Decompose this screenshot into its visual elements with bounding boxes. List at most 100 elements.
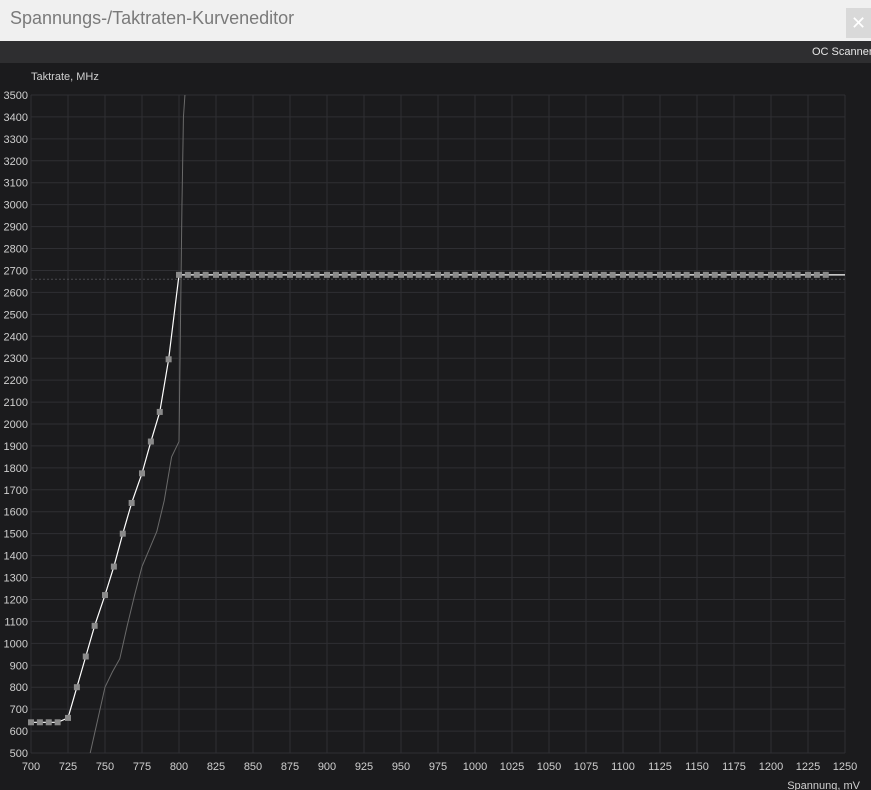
curve-point[interactable] [509,271,515,278]
window-title: Spannungs-/Taktraten-Kurveneditor [10,8,295,28]
curve-point[interactable] [139,470,145,477]
x-tick-label: 1050 [537,761,561,773]
curve-point[interactable] [324,271,330,278]
curve-point[interactable] [757,271,764,278]
curve-point[interactable] [620,271,626,278]
curve-point[interactable] [748,271,755,278]
curve-point[interactable] [517,271,524,278]
curve-point[interactable] [591,271,598,278]
curve-point[interactable] [657,271,663,278]
voltage-frequency-chart[interactable]: 500 600 700 800 900 1000 1100 1200 1300 1400 1500 1… [0,63,871,790]
curve-point[interactable] [609,271,616,278]
curve-point[interactable] [776,271,783,278]
curve-point[interactable] [239,271,246,278]
x-tick-label: 1150 [685,761,709,773]
curve-point[interactable] [119,530,126,537]
curve-point[interactable] [489,271,496,278]
curve-point[interactable] [452,271,459,278]
curve-point[interactable] [36,719,43,726]
curve-point[interactable] [213,271,219,278]
curve-point[interactable] [443,271,450,278]
curve-point[interactable] [711,271,718,278]
curve-point[interactable] [813,271,820,278]
curve-point[interactable] [304,271,311,278]
curve-point[interactable] [350,271,357,278]
curve-point[interactable] [572,271,579,278]
curve-point[interactable] [702,271,709,278]
curve-point[interactable] [628,271,635,278]
x-tick-label: 925 [355,761,373,773]
curve-point[interactable] [435,271,441,278]
curve-point[interactable] [332,271,339,278]
curve-point[interactable] [794,271,801,278]
curve-points[interactable] [28,271,829,726]
curve-point[interactable] [461,271,468,278]
curve-point[interactable] [398,271,404,278]
curve-point[interactable] [424,271,431,278]
curve-point[interactable] [387,271,394,278]
curve-point[interactable] [535,271,542,278]
curve-point[interactable] [768,271,774,278]
curve-point[interactable] [480,271,487,278]
curve-point[interactable] [785,271,792,278]
curve-point[interactable] [341,271,348,278]
curve-point[interactable] [674,271,681,278]
curve-point[interactable] [526,271,533,278]
curve-point[interactable] [54,719,61,726]
curve-point[interactable] [250,271,256,278]
curve-point[interactable] [193,271,200,278]
close-button[interactable]: ✕ [846,8,871,38]
curve-point[interactable] [720,271,727,278]
curve-point[interactable] [128,499,135,506]
x-tick-label: 775 [133,761,151,773]
curve-point[interactable] [472,271,478,278]
curve-point[interactable] [110,563,117,570]
curve-point[interactable] [102,592,108,599]
curve-point[interactable] [221,271,228,278]
curve-point[interactable] [313,271,320,278]
curve-point[interactable] [202,271,209,278]
curve-point[interactable] [739,271,746,278]
curve-point[interactable] [267,271,274,278]
curve-point[interactable] [45,719,52,726]
curve-point[interactable] [731,271,737,278]
curve-point[interactable] [369,271,376,278]
curve-point[interactable] [295,271,302,278]
curve-point[interactable] [683,271,690,278]
curve-point[interactable] [805,271,811,278]
curve-point[interactable] [165,356,172,363]
curve-point[interactable] [563,271,570,278]
curve-point[interactable] [822,271,829,278]
x-tick-label: 850 [244,761,262,773]
curve-point[interactable] [554,271,561,278]
curve-point[interactable] [600,271,607,278]
curve-point[interactable] [665,271,672,278]
curve-point[interactable] [276,271,283,278]
curve-point[interactable] [73,684,80,691]
curve-point[interactable] [694,271,700,278]
curve-point[interactable] [230,271,237,278]
curve-point[interactable] [361,271,367,278]
x-tick-label: 725 [59,761,77,773]
curve-point[interactable] [287,271,293,278]
curve-editor-area[interactable]: 500 600 700 800 900 1000 1100 1200 1300 1400 1500 1… [0,63,871,790]
curve-point[interactable] [637,271,644,278]
curve-point[interactable] [415,271,422,278]
curve-point[interactable] [406,271,413,278]
curve-point[interactable] [82,653,89,660]
curve-point[interactable] [65,714,71,721]
curve-point[interactable] [258,271,265,278]
curve-point[interactable] [184,271,191,278]
curve-point[interactable] [147,438,154,445]
x-tick-label: 700 [22,761,40,773]
curve-point[interactable] [583,271,589,278]
curve-point[interactable] [378,271,385,278]
curve-point[interactable] [91,622,98,629]
curve-point[interactable] [176,271,182,278]
oc-scanner-button[interactable]: OC Scanner [812,46,871,58]
curve-point[interactable] [156,408,163,415]
curve-point[interactable] [28,719,34,726]
curve-point[interactable] [546,271,552,278]
curve-point[interactable] [498,271,505,278]
curve-point[interactable] [646,271,653,278]
